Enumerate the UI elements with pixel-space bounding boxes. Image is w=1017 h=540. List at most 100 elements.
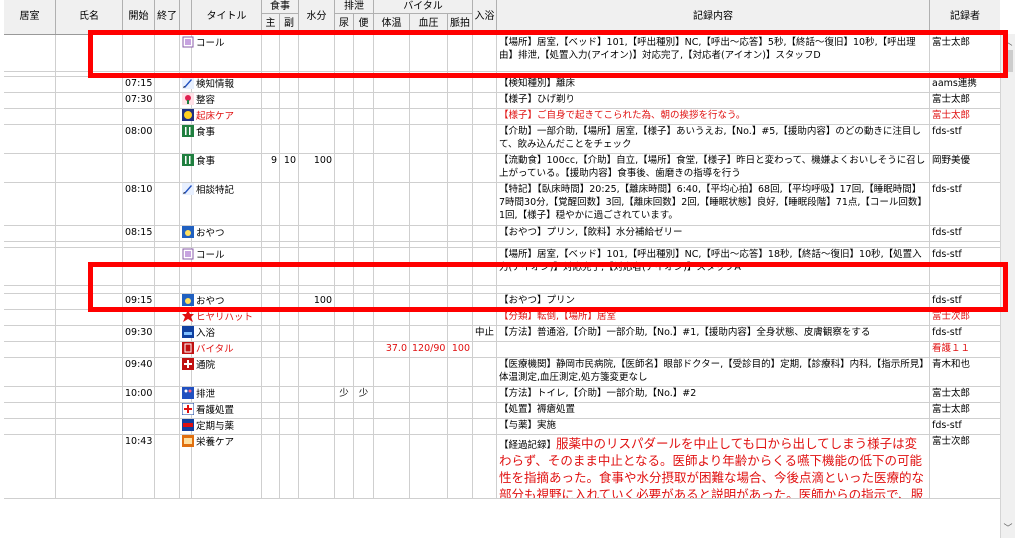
content-text: 【おやつ】プリン,【飲料】水分補給ゼリー [499,227,683,238]
cell-bath [473,402,497,418]
cell-bath: 中止 [473,325,497,341]
table-row[interactable]: 08:10 相談特記 【特記】【臥床時間】20:25,【離床時間】6:40,【平均心… [4,182,1000,226]
cell-name [56,182,123,225]
table-row[interactable]: 09:15 おやつ 100 【おやつ】プリン fds-stf [4,293,1000,310]
header-recorder[interactable]: 記録者 [930,0,1000,34]
table-row[interactable]: ヒヤリハット 【分類】転倒,【場所】居室 富士次郎 [4,309,1000,326]
cell-temp [374,35,410,71]
table-row[interactable]: 定期与薬 【与薬】実施 fds-stf [4,418,1000,435]
table-row[interactable]: 08:00 食事 【介助】一部介助,【場所】居室,【様子】あいうえお,【No.】#5… [4,124,1000,154]
title-label: 検知情報 [196,79,235,90]
table-row[interactable]: 09:40 通院 【医療機関】静岡市民病院,【医師名】眼部ドクター,【受診目的】定期… [4,357,1000,387]
cell-bath [473,418,497,434]
cell-room [4,76,56,92]
header-start[interactable]: 開始 [123,0,155,34]
table-row[interactable]: 起床ケア 【様子】ご自身で起きてこられた為、朝の挨拶を行なう。 富士太郎 [4,108,1000,125]
table-row[interactable]: 07:15 検知情報 【検知種別】離床 aams連携 [4,76,1000,93]
scroll-thumb[interactable] [1003,50,1013,72]
header-room[interactable]: 居室 [4,0,56,34]
cell-recorder: 富士次郎 [932,311,971,322]
cell-temp [374,225,410,241]
cell-room [4,92,56,108]
cell-bp [410,325,448,341]
cell-bath [473,386,497,402]
header-bath[interactable]: 入浴 [473,0,497,34]
table-row[interactable]: 07:30 整容 【様子】ひげ剃り 富士太郎 [4,92,1000,109]
cell-title: 排泄 [180,386,262,402]
cell-bp [410,386,448,402]
cell-start [123,108,155,124]
pen-icon [182,77,194,89]
cell-start: 10:00 [123,386,155,402]
cell-end [155,108,180,124]
cell-meal-main [262,386,280,402]
care-record-window: 居室 氏名 開始 終了 タイトル 食事 主 副 水分 排泄 尿 便 バイタル 体… [0,0,1017,540]
header-title[interactable]: タイトル [192,0,262,34]
header-end[interactable]: 終了 [155,0,180,34]
cell-temp [374,434,410,498]
content-text: 【方法】トイレ,【介助】一部介助,【No.】#2 [499,388,697,399]
cell-room [4,293,56,309]
cell-room [4,418,56,434]
content-text: 【特記】【臥床時間】20:25,【離床時間】6:40,【平均心拍】68回,【平均… [499,184,927,221]
header-meal-side: 副 [280,14,299,34]
table-row[interactable]: 看護処置 【処置】褥瘡処置 富士太郎 [4,402,1000,419]
cell-start: 09:30 [123,325,155,341]
cell-title: 定期与薬 [180,418,262,434]
cell-end [155,434,180,498]
grooming-icon [182,93,194,105]
hospital-icon [182,358,194,370]
table-row[interactable]: 09:30 入浴 中止 【方法】普通浴,【介助】一部介助,【No.】#1,【援助内容】… [4,325,1000,342]
content-text: 【分類】転倒,【場所】居室 [499,311,617,322]
title-label: 看護処置 [196,405,235,416]
cell-urine [335,153,354,182]
cell-bp [410,357,448,386]
cell-water [299,108,335,124]
cell-title: おやつ [180,293,262,309]
header-name[interactable]: 氏名 [56,0,123,34]
cell-pulse [448,357,473,386]
cell-content: 【様子】ひげ剃り [497,92,930,108]
cell-stool: 少 [354,386,374,402]
table-row[interactable]: バイタル 37.0 120/90 100 看護１１ [4,341,1000,358]
cell-pulse [448,35,473,71]
content-prefix: 【経過記録】 [499,440,557,451]
cell-content: 【場所】居室,【ベッド】101,【呼出種別】NC,【呼出～応答】18秒,【終話～… [497,247,930,285]
cell-water [299,418,335,434]
cell-content: 【場所】居室,【ベッド】101,【呼出種別】NC,【呼出～応答】5秒,【終話～復… [497,35,930,71]
cell-title: 入浴 [180,325,262,341]
scroll-down-icon[interactable]: ﹀ [1001,522,1015,536]
header-temp: 体温 [374,14,410,34]
cell-name [56,108,123,124]
cell-bp [410,293,448,309]
cell-name [56,434,123,498]
cell-room [4,35,56,71]
cell-water [299,309,335,325]
table-row[interactable]: 食事 9 10 100 【流動食】100cc,【介助】自立,【場所】食堂,【様子】昨日と… [4,153,1000,183]
cell-name [56,293,123,309]
table-row[interactable]: コール 【場所】居室,【ベッド】101,【呼出種別】NC,【呼出～応答】18秒,【… [4,247,1000,286]
cell-name [56,325,123,341]
table-row[interactable]: 10:43 栄養ケア 【経過記録】服薬中のリスパダールを中止しても口から出してしまう… [4,434,1000,499]
title-label: コール [196,38,225,49]
table-row[interactable]: 08:15 おやつ 【おやつ】プリン,【飲料】水分補給ゼリー fds-stf [4,225,1000,242]
cell-bath [473,35,497,71]
cell-water [299,325,335,341]
cell-room [4,402,56,418]
cell-meal-main [262,182,280,225]
cell-recorder: 富士太郎 [932,94,971,105]
call-icon [182,36,194,48]
table-row[interactable]: 10:00 排泄 少少 【方法】トイレ,【介助】一部介助,【No.】#2 富士太郎 [4,386,1000,403]
header-content[interactable]: 記録内容 [497,0,930,34]
cell-content: 【介助】一部介助,【場所】居室,【様子】あいうえお,【No.】#5,【援助内容】… [497,124,930,153]
cell-start: 09:40 [123,357,155,386]
content-text: 【様子】ご自身で起きてこられた為、朝の挨拶を行なう。 [499,110,746,121]
cell-room [4,108,56,124]
wakeup-icon [182,109,194,121]
header-water[interactable]: 水分 [299,0,335,34]
table-row[interactable]: コール 【場所】居室,【ベッド】101,【呼出種別】NC,【呼出～応答】5秒,【終… [4,35,1000,72]
vertical-scrollbar[interactable]: ︿ ﹀ [1000,34,1015,538]
cell-recorder: 富士太郎 [932,37,971,48]
scroll-up-icon[interactable]: ︿ [1001,36,1015,50]
cell-end [155,76,180,92]
